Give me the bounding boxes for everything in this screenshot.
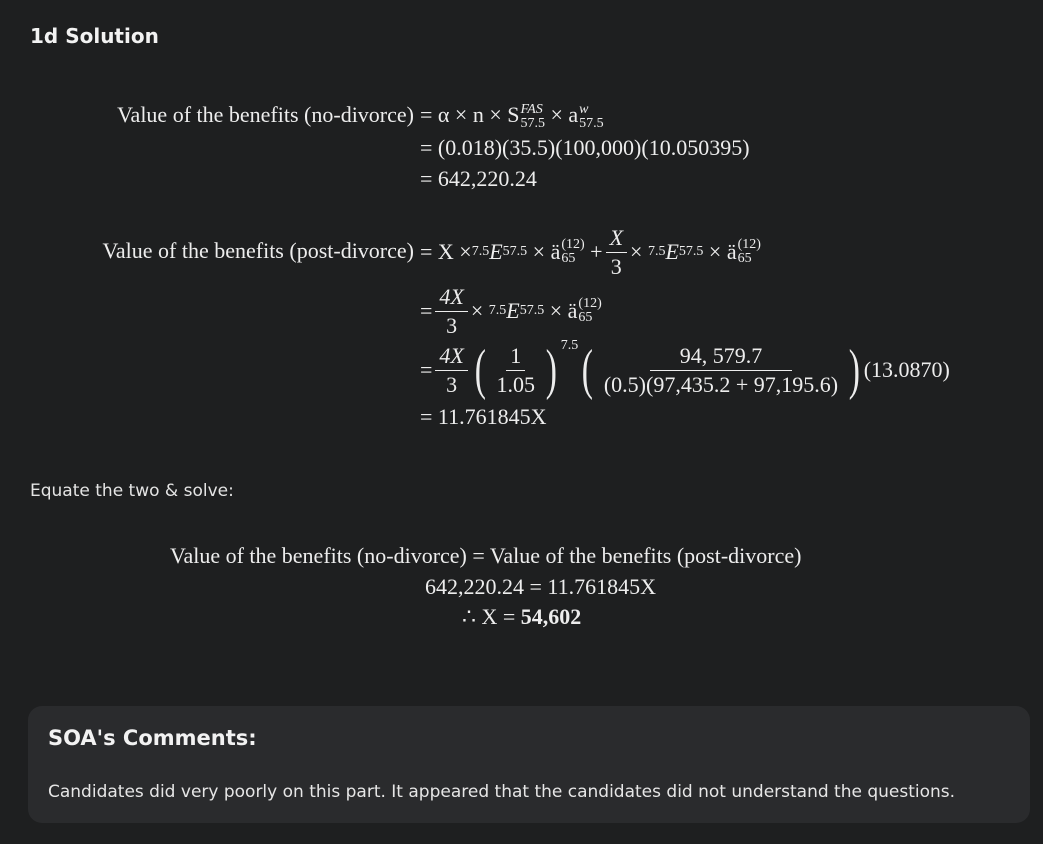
eq1-line2: = (0.018)(35.5)(100,000)(10.050395) bbox=[420, 135, 750, 160]
equate-instruction: Equate the two & solve: bbox=[30, 481, 234, 501]
eq2-label: Value of the benefits (post-divorce) bbox=[102, 238, 414, 263]
eq2-line1: = X × 7.5 E 57.5 × ä (12) 65 + X3 × 7.5 E 57.5… bbox=[420, 224, 761, 279]
eq3-line3: ∴ X = 54,602 bbox=[462, 604, 582, 629]
section-heading: 1d Solution bbox=[30, 24, 159, 48]
soa-comments-box: SOA's Comments: Candidates did very poor… bbox=[28, 706, 1030, 823]
comments-title: SOA's Comments: bbox=[48, 726, 257, 750]
eq3-line2: 642,220.24 = 11.761845X bbox=[425, 574, 656, 599]
eq2-line3: = 4X 3 (1 1.05) 7.5 (94, 579.7 (0.5)(97,435.… bbox=[420, 338, 950, 401]
comments-text: Candidates did very poorly on this part.… bbox=[48, 782, 956, 802]
eq2-line2: = 4X 3 × 7.5 E 57.5 × ä (12) 65 bbox=[420, 283, 602, 338]
eq1-label: Value of the benefits (no-divorce) bbox=[117, 102, 414, 127]
eq2-result: = 11.761845X bbox=[420, 404, 547, 429]
eq1-line1: = α × n × S FAS 57.5 × a w 57.5 bbox=[420, 101, 604, 131]
eq3-line1: Value of the benefits (no-divorce) = Val… bbox=[170, 543, 802, 568]
eq1-line3: = 642,220.24 bbox=[420, 166, 537, 191]
solution-panel: 1d Solution Value of the benefits (no-di… bbox=[0, 0, 1043, 844]
